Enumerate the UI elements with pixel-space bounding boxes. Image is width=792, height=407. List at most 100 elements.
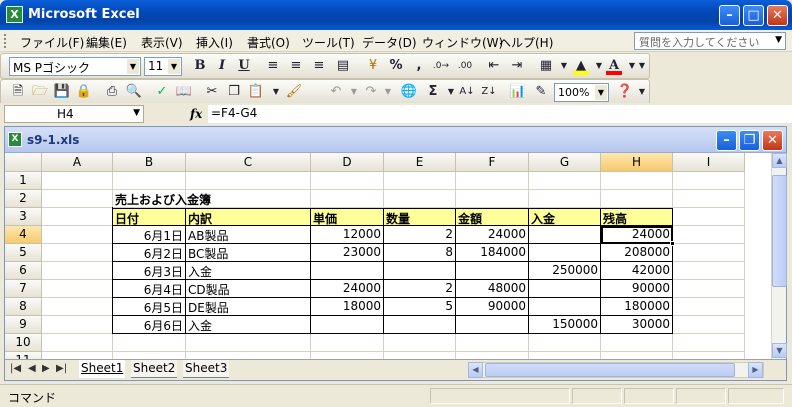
header-cell[interactable]: 単価	[311, 208, 384, 226]
align-center-icon[interactable]: ≡	[286, 57, 306, 75]
print-preview-icon[interactable]: 🔍	[124, 83, 144, 101]
sort-descending-icon[interactable]: Z↓	[479, 83, 499, 101]
spreadsheet-grid[interactable]: ABCDEFGHI1234567891011売上および入金簿日付内訳単価数量金額…	[5, 153, 771, 359]
hyperlink-icon[interactable]: 🌐	[399, 83, 419, 101]
header-cell[interactable]: 残高	[601, 208, 673, 226]
research-icon[interactable]: 📖	[174, 83, 194, 101]
cell[interactable]	[601, 172, 673, 190]
print-icon[interactable]: ⎙	[102, 83, 122, 101]
row-header-1[interactable]: 1	[5, 172, 42, 190]
data-cell[interactable]	[529, 226, 601, 244]
data-cell[interactable]: DE製品	[186, 298, 311, 316]
percent-button[interactable]: %	[386, 57, 406, 75]
cell[interactable]	[42, 190, 113, 208]
help-icon[interactable]: ❓	[615, 83, 635, 101]
save-icon[interactable]: 💾	[52, 83, 72, 101]
cell[interactable]	[384, 352, 456, 359]
header-cell[interactable]: 金額	[456, 208, 529, 226]
vertical-scroll-thumb[interactable]	[772, 175, 787, 287]
data-cell[interactable]	[529, 244, 601, 262]
cell[interactable]	[673, 352, 745, 359]
workbook-minimize-button[interactable]: –	[716, 130, 737, 151]
insert-function-icon[interactable]: fx	[190, 107, 202, 121]
row-header-3[interactable]: 3	[5, 208, 42, 226]
workbook-restore-button[interactable]: ❐	[739, 130, 760, 151]
data-cell[interactable]: 24000	[311, 280, 384, 298]
cell[interactable]	[42, 262, 113, 280]
cell[interactable]	[673, 316, 745, 334]
scroll-right-icon[interactable]: ▶	[748, 362, 763, 378]
last-sheet-icon[interactable]: ▶|	[56, 363, 67, 374]
align-right-icon[interactable]: ≡	[309, 57, 329, 75]
scroll-down-icon[interactable]: ▼	[772, 343, 787, 358]
toolbar-options-icon[interactable]: ▼	[637, 57, 647, 75]
cell[interactable]	[601, 334, 673, 352]
header-cell[interactable]: 日付	[113, 208, 186, 226]
font-name-dropdown[interactable]: MS Pゴシック ▼	[9, 57, 141, 76]
data-cell[interactable]: 48000	[456, 280, 529, 298]
data-cell[interactable]: 250000	[529, 262, 601, 280]
cell[interactable]	[42, 244, 113, 262]
row-header-4[interactable]: 4	[5, 226, 42, 244]
sheet-title-cell[interactable]: 売上および入金簿	[113, 190, 211, 208]
close-button[interactable]: ✕	[767, 5, 788, 26]
row-header-5[interactable]: 5	[5, 244, 42, 262]
fill-color-icon[interactable]: ▲	[571, 57, 591, 75]
header-cell[interactable]: 数量	[384, 208, 456, 226]
cell[interactable]	[673, 262, 745, 280]
data-cell[interactable]: 23000	[311, 244, 384, 262]
row-header-10[interactable]: 10	[5, 334, 42, 352]
row-header-11[interactable]: 11	[5, 352, 42, 359]
data-cell[interactable]: 184000	[456, 244, 529, 262]
bold-button[interactable]: B	[190, 57, 210, 75]
chevron-down-icon[interactable]: ▼	[127, 59, 139, 74]
chevron-down-icon[interactable]: ▼	[595, 85, 607, 100]
cell[interactable]	[529, 172, 601, 190]
vertical-scrollbar[interactable]: ▲ ▼	[771, 153, 787, 359]
menu-format[interactable]: 書式(O)	[247, 34, 290, 51]
data-cell[interactable]	[311, 316, 384, 334]
workbook-close-button[interactable]: ✕	[762, 130, 783, 151]
drawing-icon[interactable]: ✎	[531, 83, 551, 101]
cell[interactable]	[529, 334, 601, 352]
underline-button[interactable]: U	[234, 57, 254, 75]
zoom-dropdown[interactable]: 100% ▼	[554, 83, 609, 102]
cell[interactable]	[186, 172, 311, 190]
menu-file[interactable]: ファイル(F)	[20, 34, 84, 51]
decrease-decimal-icon[interactable]: .00	[455, 57, 475, 75]
data-cell[interactable]: 6月4日	[113, 280, 186, 298]
data-cell[interactable]: 208000	[601, 244, 673, 262]
row-header-9[interactable]: 9	[5, 316, 42, 334]
row-header-2[interactable]: 2	[5, 190, 42, 208]
cell[interactable]	[186, 352, 311, 359]
cell[interactable]	[384, 334, 456, 352]
cell[interactable]	[42, 280, 113, 298]
data-cell[interactable]	[529, 298, 601, 316]
data-cell[interactable]: 30000	[601, 316, 673, 334]
cell[interactable]	[384, 172, 456, 190]
new-document-icon[interactable]: 🗎	[8, 83, 28, 101]
data-cell[interactable]: AB製品	[186, 226, 311, 244]
cell[interactable]	[113, 172, 186, 190]
row-header-7[interactable]: 7	[5, 280, 42, 298]
sort-ascending-icon[interactable]: A↓	[457, 83, 477, 101]
align-left-icon[interactable]: ≡	[263, 57, 283, 75]
cell[interactable]	[673, 226, 745, 244]
data-cell[interactable]	[311, 262, 384, 280]
chevron-down-icon[interactable]: ▼	[133, 108, 140, 118]
cell[interactable]	[311, 190, 384, 208]
prev-sheet-icon[interactable]: ◀	[28, 363, 36, 374]
toolbar-options-icon[interactable]: ▼	[637, 83, 647, 101]
data-cell[interactable]: 6月3日	[113, 262, 186, 280]
data-cell[interactable]: 90000	[456, 298, 529, 316]
data-cell[interactable]: 180000	[601, 298, 673, 316]
data-cell[interactable]: BC製品	[186, 244, 311, 262]
cell[interactable]	[311, 352, 384, 359]
data-cell[interactable]: 入金	[186, 262, 311, 280]
autosum-button[interactable]: Σ	[423, 83, 443, 101]
cell[interactable]	[673, 334, 745, 352]
fill-handle[interactable]	[670, 241, 675, 246]
font-color-button[interactable]: A	[604, 57, 624, 75]
menu-insert[interactable]: 挿入(I)	[196, 34, 233, 51]
cell[interactable]	[42, 226, 113, 244]
